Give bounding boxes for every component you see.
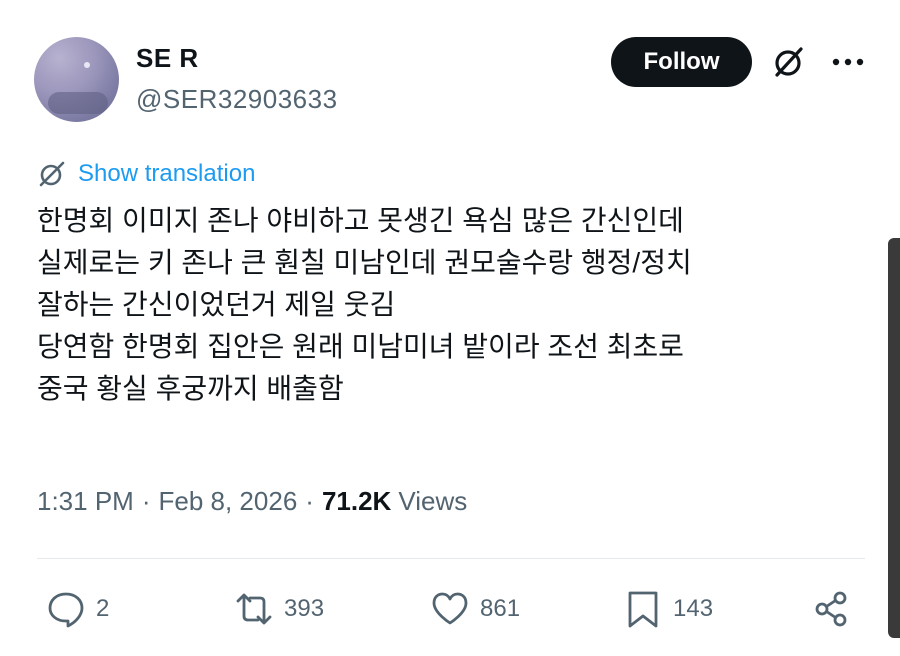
tweet-line: 중국 황실 후궁까지 배출함	[37, 373, 344, 404]
reply-icon	[48, 592, 84, 628]
bookmark-icon	[628, 591, 658, 628]
divider	[37, 558, 865, 559]
scrollbar[interactable]	[888, 238, 900, 638]
grok-translate-icon	[39, 161, 65, 187]
like-count: 861	[480, 595, 521, 622]
display-name[interactable]: SE R	[136, 43, 199, 74]
avatar-cloud	[48, 92, 108, 114]
repost-button[interactable]: 393	[234, 586, 324, 632]
user-handle[interactable]: @SER32903633	[136, 84, 338, 115]
grok-icon[interactable]	[771, 44, 807, 80]
show-translation-link[interactable]: Show translation	[78, 160, 255, 188]
tweet-time[interactable]: 1:31 PM	[37, 486, 134, 517]
views-count[interactable]: 71.2K	[322, 486, 391, 517]
tweet-line: 실제로는 키 존나 큰 훤칠 미남인데 권모술수랑 행정/정치	[37, 247, 692, 278]
views-label: Views	[398, 486, 468, 516]
avatar-moon	[84, 62, 90, 68]
heart-icon	[432, 592, 468, 625]
like-button[interactable]: 861	[430, 586, 520, 632]
bookmark-count: 143	[673, 595, 714, 622]
reply-count: 2	[96, 595, 110, 622]
tweet-meta: 1:31 PM · Feb 8, 2026 · 71.2K Views	[37, 486, 467, 517]
meta-separator: ·	[141, 486, 151, 516]
more-icon[interactable]	[828, 44, 868, 80]
tweet-date[interactable]: Feb 8, 2026	[159, 486, 298, 517]
bookmark-button[interactable]: 143	[623, 586, 713, 632]
tweet-line: 당연함 한명회 집안은 원래 미남미녀 밭이라 조선 최초로	[37, 331, 684, 362]
repost-icon	[236, 593, 272, 625]
meta-separator: ·	[305, 486, 314, 516]
repost-count: 393	[284, 595, 325, 622]
follow-button[interactable]: Follow	[611, 37, 752, 87]
tweet-line: 한명회 이미지 존나 야비하고 못생긴 욕심 많은 간신인데	[37, 205, 684, 236]
avatar[interactable]	[34, 37, 119, 122]
tweet-line: 잘하는 간신이었던거 제일 웃김	[37, 289, 396, 320]
share-button[interactable]	[812, 586, 852, 632]
reply-button[interactable]: 2	[46, 586, 109, 632]
share-icon	[815, 591, 847, 627]
tweet-text: 한명회 이미지 존나 야비하고 못생긴 욕심 많은 간신인데 실제로는 키 존나…	[37, 200, 877, 410]
translation-row[interactable]: Show translation	[36, 157, 255, 191]
